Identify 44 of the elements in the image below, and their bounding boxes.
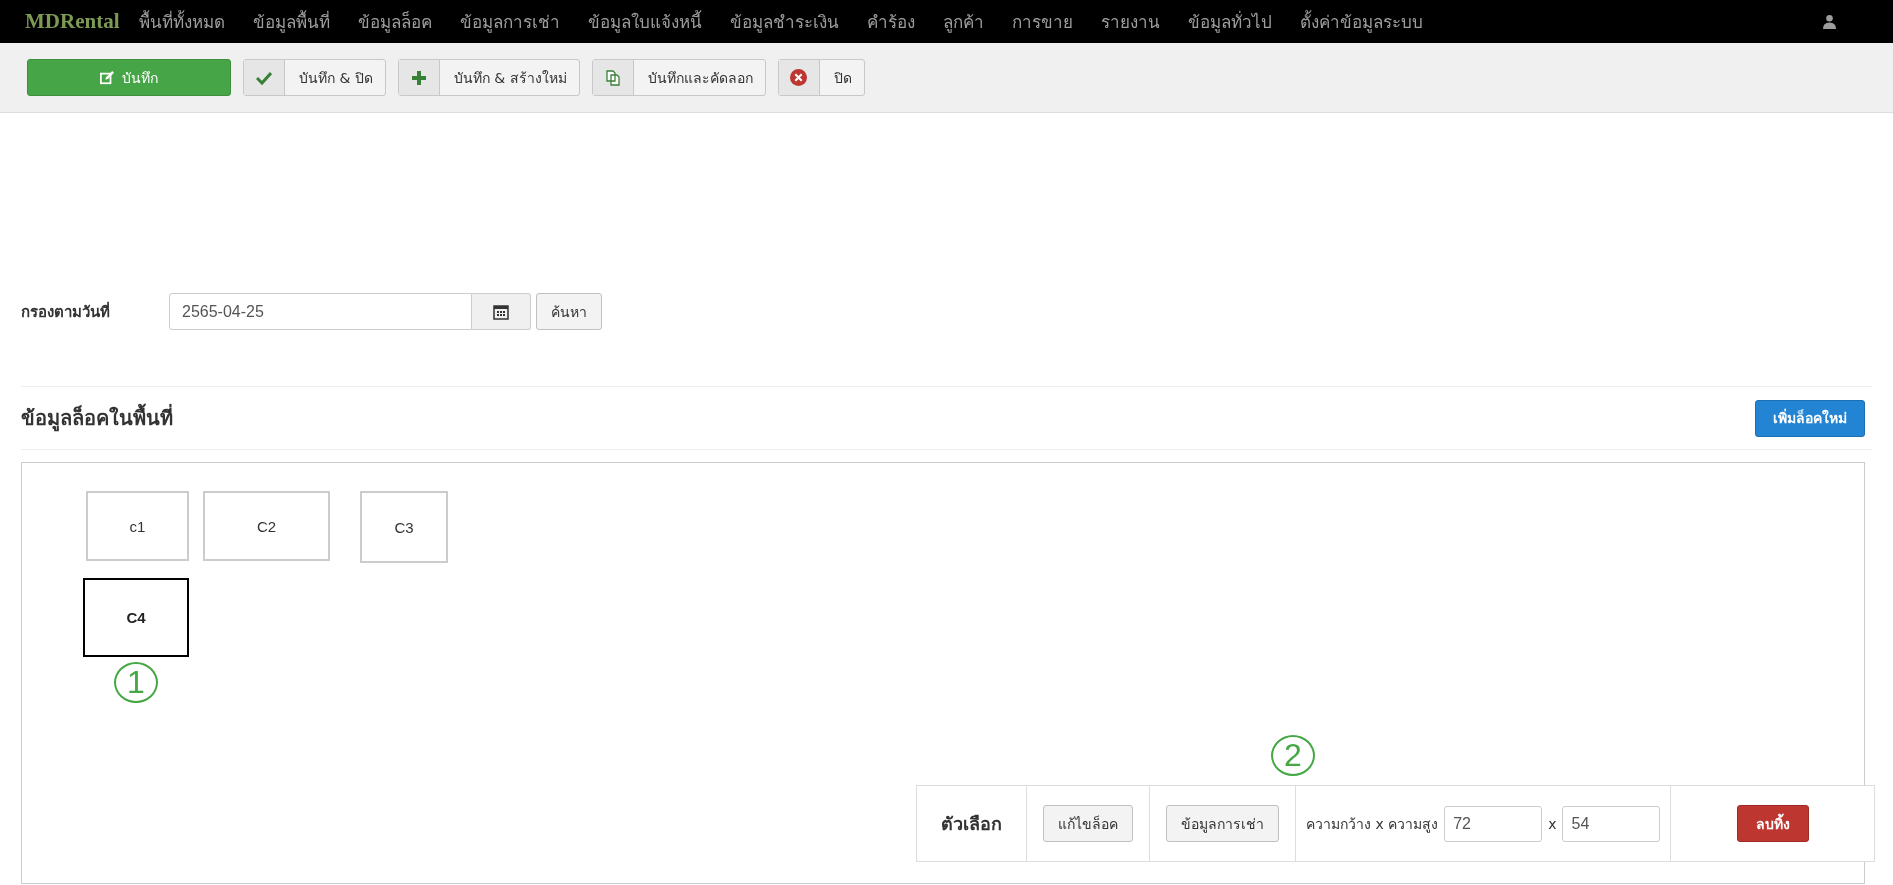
edit-lock-button[interactable]: แก้ไขล็อค <box>1043 805 1133 842</box>
width-field[interactable]: 72 <box>1444 805 1543 842</box>
filter-label: กรองตามวันที่ <box>21 300 111 323</box>
lock-tile[interactable]: c1 <box>86 491 189 561</box>
size-label: ความกว้าง x ความสูง <box>1306 814 1439 835</box>
nav-link[interactable]: ข้อมูลล็อค <box>358 8 433 35</box>
nav-link[interactable]: ข้อมูลพื้นที่ <box>253 8 331 35</box>
options-title: ตัวเลือก <box>917 786 1027 861</box>
nav-link[interactable]: ข้อมูลทั่วไป <box>1188 8 1273 35</box>
plus-icon <box>410 69 427 86</box>
nav-link[interactable]: พื้นที่ทั้งหมด <box>139 8 226 35</box>
brand-logo[interactable]: MDRental <box>25 9 120 34</box>
nav-link[interactable]: การขาย <box>1012 8 1074 35</box>
toolbar-button[interactable]: ปิด <box>777 59 865 96</box>
user-icon[interactable] <box>1822 14 1837 29</box>
nav-link[interactable]: รายงาน <box>1101 8 1161 35</box>
nav-link[interactable]: ข้อมูลการเช่า <box>460 8 561 35</box>
lock-tile[interactable]: C4 <box>83 578 189 657</box>
date-field[interactable]: 2565-04-25 <box>169 293 472 330</box>
nav-link[interactable]: ตั้งค่าข้อมูลระบบ <box>1300 8 1424 35</box>
section-title: ข้อมูลล็อคในพื้นที่ <box>21 402 173 434</box>
nav-link[interactable]: ข้อมูลใบแจ้งหนี้ <box>588 8 703 35</box>
edit-icon <box>100 70 114 85</box>
toolbar-button[interactable]: บันทึกและคัดลอก <box>591 59 766 96</box>
toolbar-button[interactable]: บันทึก & ปิด <box>243 59 386 96</box>
height-field[interactable]: 54 <box>1562 805 1661 842</box>
toolbar-button[interactable]: บันทึก & สร้างใหม่ <box>397 59 580 96</box>
close-icon <box>790 69 808 86</box>
calendar-button[interactable] <box>472 293 531 330</box>
copy-icon <box>604 69 621 86</box>
rental-info-button[interactable]: ข้อมูลการเช่า <box>1166 805 1279 842</box>
check-icon <box>256 69 272 86</box>
nav-link[interactable]: ข้อมูลชำระเงิน <box>730 8 840 35</box>
step-number-marker: 1 <box>114 662 158 703</box>
calendar-icon <box>493 303 509 320</box>
add-lock-button[interactable]: เพิ่มล็อคใหม่ <box>1755 399 1865 437</box>
step-number-marker: 2 <box>1271 735 1315 776</box>
nav-link[interactable]: ลูกค้า <box>943 8 985 35</box>
size-separator: x <box>1548 815 1557 832</box>
delete-button[interactable]: ลบทิ้ง <box>1736 805 1809 842</box>
lock-tile[interactable]: C3 <box>360 491 448 563</box>
search-button[interactable]: ค้นหา <box>536 293 602 330</box>
lock-tile[interactable]: C2 <box>203 491 330 561</box>
nav-link[interactable]: คำร้อง <box>867 8 916 35</box>
